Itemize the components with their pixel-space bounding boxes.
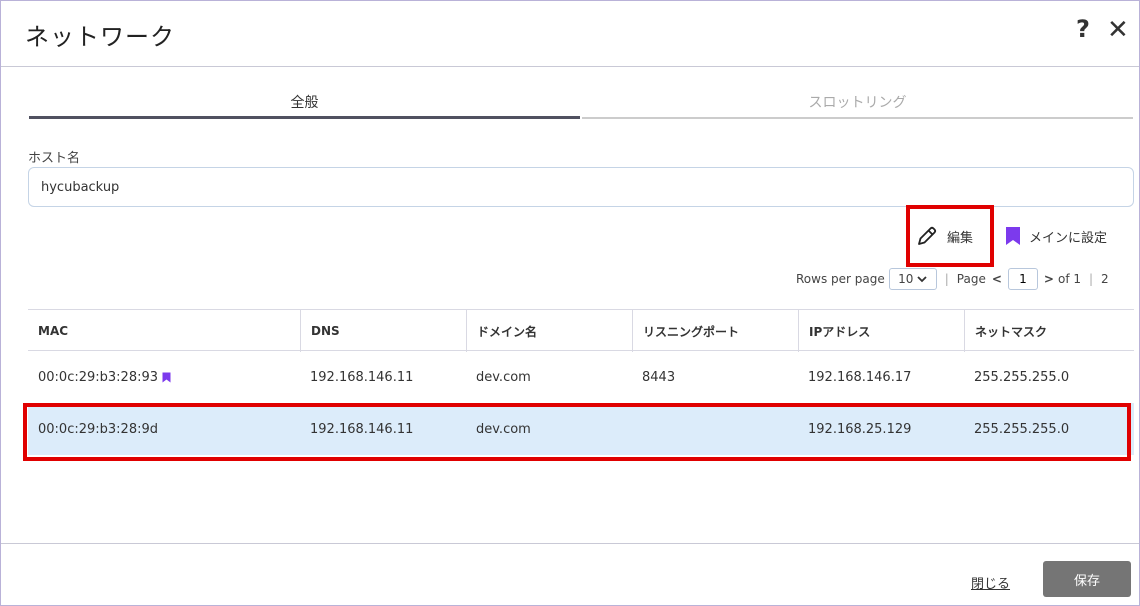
column-header-netmask[interactable]: ネットマスク [964, 310, 1134, 352]
page-of-label: of 1 [1057, 272, 1081, 286]
close-button[interactable]: 閉じる [971, 573, 1010, 592]
next-page-icon[interactable]: > [1044, 272, 1054, 286]
table-header: MAC DNS ドメイン名 リスニングポート IPアドレス ネットマスク [28, 309, 1134, 352]
main-bookmark-icon [162, 372, 171, 382]
edit-button[interactable]: 編集 [915, 221, 973, 251]
cell-dns: 192.168.146.11 [310, 369, 414, 385]
cell-port: 8443 [642, 369, 676, 385]
total-count: 2 [1101, 272, 1109, 286]
network-dialog: ネットワーク ? ✕ 全般 スロットリング ホスト名 編集 メインに設定 Row… [0, 0, 1140, 606]
bookmark-icon [1006, 227, 1020, 245]
column-header-port[interactable]: リスニングポート [632, 310, 798, 352]
tab-general[interactable]: 全般 [29, 87, 580, 119]
cell-mac: 00:0c:29:b3:28:93 [28, 370, 300, 385]
rows-per-page-select[interactable]: 10 [888, 268, 937, 290]
set-main-button[interactable]: メインに設定 [1005, 221, 1107, 251]
pager-divider-2: | [1089, 272, 1094, 286]
help-icon[interactable]: ? [1076, 15, 1090, 43]
dialog-header: ネットワーク ? ✕ [1, 1, 1139, 67]
save-button[interactable]: 保存 [1043, 561, 1131, 597]
prev-page-icon[interactable]: < [992, 272, 1002, 286]
column-header-ip[interactable]: IPアドレス [798, 310, 964, 352]
column-header-dns[interactable]: DNS [300, 310, 466, 352]
hostname-input[interactable] [28, 167, 1134, 207]
cell-netmask: 255.255.255.0 [974, 369, 1070, 385]
rows-per-page-label: Rows per page [796, 272, 885, 286]
cell-ip: 192.168.146.17 [808, 369, 912, 385]
rows-per-page-value: 10 [898, 272, 914, 286]
pager-divider: | [944, 272, 949, 286]
tab-throttling[interactable]: スロットリング [582, 87, 1133, 119]
close-icon[interactable]: ✕ [1107, 15, 1129, 45]
mac-value: 00:0c:29:b3:28:93 [38, 369, 159, 385]
chevron-down-icon [917, 276, 928, 283]
footer-divider [1, 543, 1139, 544]
pagination: Rows per page 10 | Page < > of 1 | 2 [796, 267, 1109, 291]
dialog-title: ネットワーク [25, 23, 175, 51]
pencil-icon [918, 226, 937, 245]
tab-bar: 全般 スロットリング [29, 87, 1133, 119]
page-label: Page [956, 272, 986, 286]
row-highlight-box [23, 403, 1131, 461]
page-number-input[interactable] [1007, 268, 1038, 290]
column-header-domain[interactable]: ドメイン名 [466, 310, 632, 352]
hostname-label: ホスト名 [28, 151, 81, 166]
edit-label: 編集 [947, 230, 974, 246]
cell-domain: dev.com [476, 369, 531, 385]
set-main-label: メインに設定 [1029, 230, 1108, 246]
table-row[interactable]: 00:0c:29:b3:28:93 192.168.146.11 dev.com… [28, 351, 1134, 403]
column-header-mac[interactable]: MAC [28, 310, 300, 352]
